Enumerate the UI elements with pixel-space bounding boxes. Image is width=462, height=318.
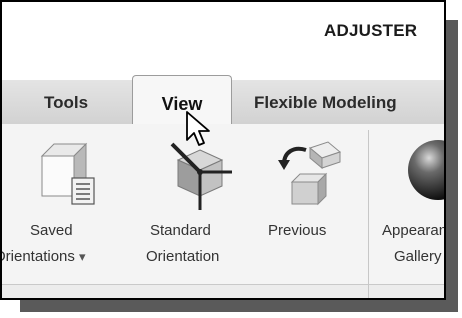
ribbon-group-separator [368,130,369,298]
standard-orientation-label-line2: Orientation [146,248,220,265]
saved-orientations-button[interactable]: Saved Orientations ▾ [2,132,136,280]
appearance-sphere-icon [408,140,444,200]
appearance-gallery-button[interactable]: Appearance Gallery [376,132,444,280]
standard-orientation-button[interactable]: Standard Orientation [144,132,254,280]
standard-orientation-label-line1: Standard [150,222,211,239]
appearance-gallery-label-line1: Appearance [382,222,444,239]
saved-orientations-label-line2: Orientations ▾ [0,248,86,265]
screenshot-frame: ADJUSTER Tools View Flexible Modeling Sa… [0,0,446,300]
previous-orientation-icon [278,141,342,206]
ribbon-tab-bar: Tools View Flexible Modeling [2,75,444,125]
chevron-down-icon[interactable]: ▾ [79,249,86,264]
appearance-gallery-label-line2: Gallery [394,248,442,265]
saved-orientations-icon [40,142,95,205]
ribbon-group-footer [2,284,444,298]
previous-orientation-label: Previous [268,222,327,239]
tab-view[interactable]: View [132,75,232,125]
window-title: ADJUSTER [324,21,418,40]
mouse-pointer-icon [186,111,210,146]
tab-tools[interactable]: Tools [44,80,88,124]
saved-orientations-label-line1: Saved [30,222,73,239]
saved-orientations-label-text: Orientations [0,248,75,265]
previous-orientation-button[interactable]: Previous [264,132,360,280]
tab-flexible-modeling[interactable]: Flexible Modeling [254,80,397,124]
